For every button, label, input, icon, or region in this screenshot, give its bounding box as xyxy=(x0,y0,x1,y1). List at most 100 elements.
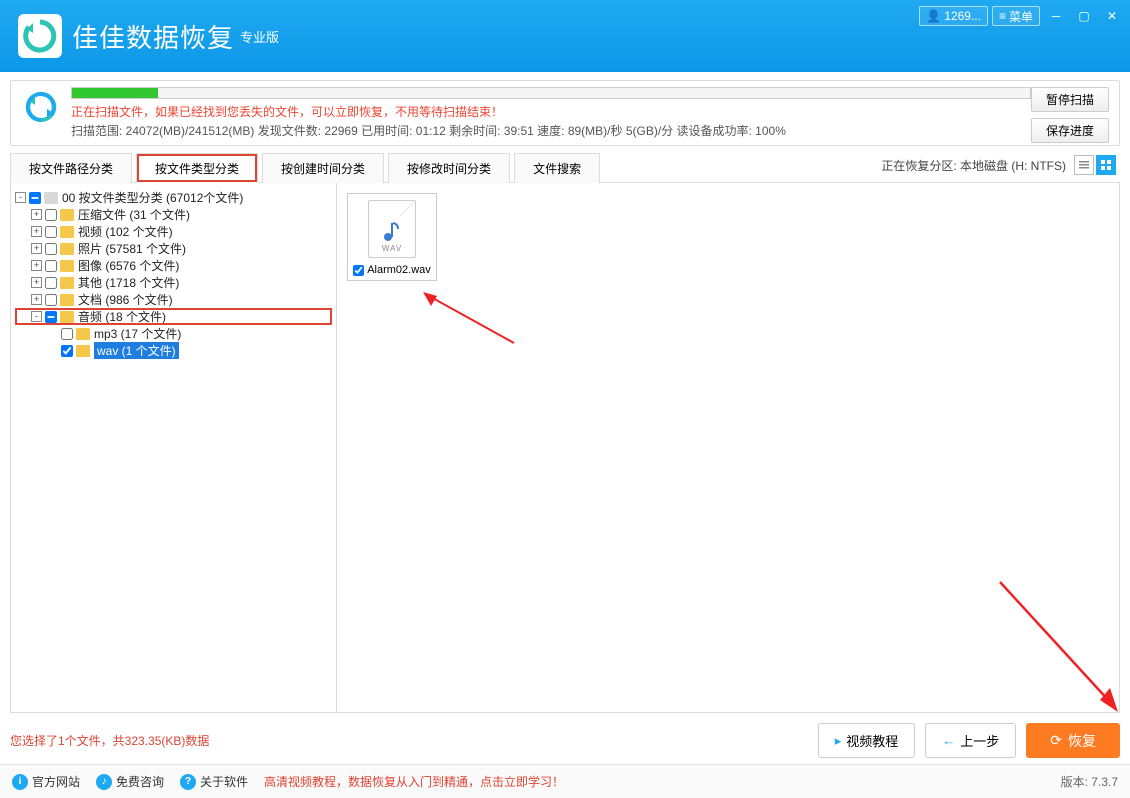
tree-checkbox[interactable] xyxy=(45,226,57,238)
main-content: - 00 按文件类型分类 (67012个文件) + 压缩文件 (31 个文件) + 视频 … xyxy=(10,183,1120,713)
folder-icon xyxy=(76,328,90,340)
tree-checkbox[interactable] xyxy=(45,260,57,272)
scan-progress-bar xyxy=(71,87,1031,99)
tree-toggle[interactable]: + xyxy=(31,243,42,254)
tree-label: wav (1 个文件) xyxy=(94,342,179,359)
file-name: Alarm02.wav xyxy=(367,264,431,276)
folder-icon xyxy=(60,277,74,289)
pause-scan-button[interactable]: 暂停扫描 xyxy=(1031,87,1109,112)
tree-node[interactable]: + 照片 (57581 个文件) xyxy=(15,240,332,257)
tree-label: 音频 (18 个文件) xyxy=(78,308,166,325)
tree-label: 照片 (57581 个文件) xyxy=(78,240,186,257)
titlebar: 👤 1269... ≡ 菜单 ─ ▢ ✕ 佳佳数据恢复 专业版 xyxy=(0,0,1130,72)
folder-icon xyxy=(60,226,74,238)
tabs-row: 按文件路径分类按文件类型分类按创建时间分类按修改时间分类文件搜索 正在恢复分区:… xyxy=(10,152,1120,183)
file-ext: WAV xyxy=(382,244,402,253)
tree-checkbox[interactable] xyxy=(45,277,57,289)
arrow-left-icon: ← xyxy=(942,733,955,748)
folder-icon xyxy=(60,243,74,255)
scan-stats: 扫描范围: 24072(MB)/241512(MB) 发现文件数: 22969 … xyxy=(71,122,1109,139)
list-view-button[interactable] xyxy=(1074,155,1094,175)
tree-label: 压缩文件 (31 个文件) xyxy=(78,206,190,223)
tree-label: mp3 (17 个文件) xyxy=(94,325,181,342)
tree-checkbox[interactable] xyxy=(45,294,57,306)
free-consult-link[interactable]: ♪免费咨询 xyxy=(96,773,164,790)
tab-4[interactable]: 文件搜索 xyxy=(514,153,600,183)
user-button[interactable]: 👤 1269... xyxy=(919,6,988,26)
tree-checkbox[interactable] xyxy=(29,192,41,204)
tree-label: 视频 (102 个文件) xyxy=(78,223,173,240)
tree-checkbox[interactable] xyxy=(45,209,57,221)
drive-icon xyxy=(44,192,58,204)
file-item[interactable]: WAV Alarm02.wav xyxy=(347,193,437,281)
app-title: 佳佳数据恢复 xyxy=(72,18,234,55)
tab-3[interactable]: 按修改时间分类 xyxy=(388,153,510,183)
prev-label: 上一步 xyxy=(960,731,999,750)
tab-1[interactable]: 按文件类型分类 xyxy=(136,153,258,183)
folder-icon xyxy=(60,294,74,306)
tree-node[interactable]: wav (1 个文件) xyxy=(15,342,332,359)
scan-panel: 正在扫描文件，如果已经找到您丢失的文件，可以立即恢复，不用等待扫描结束！ 扫描范… xyxy=(10,80,1120,146)
app-logo xyxy=(18,14,62,58)
tree-node[interactable]: - 00 按文件类型分类 (67012个文件) xyxy=(15,189,332,206)
globe-icon: i xyxy=(12,774,28,790)
tree-node[interactable]: + 其他 (1718 个文件) xyxy=(15,274,332,291)
tree-pane[interactable]: - 00 按文件类型分类 (67012个文件) + 压缩文件 (31 个文件) + 视频 … xyxy=(11,183,337,712)
annotation-arrow xyxy=(419,288,519,348)
tree-node[interactable]: + 文档 (986 个文件) xyxy=(15,291,332,308)
file-checkbox[interactable] xyxy=(353,265,364,276)
grid-view-button[interactable] xyxy=(1096,155,1116,175)
user-icon: 👤 xyxy=(926,9,941,23)
tree-toggle[interactable]: + xyxy=(31,226,42,237)
maximize-button[interactable]: ▢ xyxy=(1072,6,1096,26)
headset-icon: ♪ xyxy=(96,774,112,790)
tree-label: 其他 (1718 个文件) xyxy=(78,274,179,291)
minimize-button[interactable]: ─ xyxy=(1044,6,1068,26)
tree-toggle[interactable]: + xyxy=(31,277,42,288)
recover-button[interactable]: ⟳ 恢复 xyxy=(1026,723,1120,758)
tree-toggle[interactable]: - xyxy=(15,192,26,203)
tab-0[interactable]: 按文件路径分类 xyxy=(10,153,132,183)
close-button[interactable]: ✕ xyxy=(1100,6,1124,26)
menu-icon: ≡ xyxy=(999,9,1006,23)
tree-label: 文档 (986 个文件) xyxy=(78,291,173,308)
menu-button[interactable]: ≡ 菜单 xyxy=(992,6,1040,26)
save-progress-button[interactable]: 保存进度 xyxy=(1031,118,1109,143)
tree-node[interactable]: + 视频 (102 个文件) xyxy=(15,223,332,240)
tree-checkbox[interactable] xyxy=(45,311,57,323)
tree-checkbox[interactable] xyxy=(61,328,73,340)
tree-node[interactable]: + 图像 (6576 个文件) xyxy=(15,257,332,274)
prev-step-button[interactable]: ← 上一步 xyxy=(925,723,1016,758)
selection-info: 您选择了1个文件，共323.35(KB)数据 xyxy=(10,732,209,749)
folder-icon xyxy=(60,311,74,323)
tree-label: 00 按文件类型分类 (67012个文件) xyxy=(62,189,243,206)
bottom-bar: i官方网站 ♪免费咨询 ?关于软件 高清视频教程，数据恢复从入门到精通，点击立即… xyxy=(0,764,1130,798)
refresh-icon xyxy=(21,87,61,127)
promo-link[interactable]: 高清视频教程，数据恢复从入门到精通，点击立即学习！ xyxy=(264,773,564,790)
folder-icon xyxy=(60,260,74,272)
tree-toggle[interactable]: + xyxy=(31,294,42,305)
about-link[interactable]: ?关于软件 xyxy=(180,773,248,790)
tree-toggle[interactable]: + xyxy=(31,260,42,271)
official-site-link[interactable]: i官方网站 xyxy=(12,773,80,790)
file-grid: WAV Alarm02.wav xyxy=(337,183,1119,712)
tree-node[interactable]: mp3 (17 个文件) xyxy=(15,325,332,342)
music-note-icon xyxy=(382,220,402,242)
info-icon: ? xyxy=(180,774,196,790)
tree-node[interactable]: + 压缩文件 (31 个文件) xyxy=(15,206,332,223)
recover-label: 恢复 xyxy=(1068,731,1096,751)
tree-toggle[interactable]: - xyxy=(31,311,42,322)
tree-checkbox[interactable] xyxy=(61,345,73,357)
app-subtitle: 专业版 xyxy=(240,27,279,46)
file-thumbnail: WAV xyxy=(368,200,416,258)
tree-label: 图像 (6576 个文件) xyxy=(78,257,179,274)
refresh-small-icon: ⟳ xyxy=(1050,732,1062,749)
video-tutorial-button[interactable]: ▸ 视频教程 xyxy=(818,723,916,758)
tab-2[interactable]: 按创建时间分类 xyxy=(262,153,384,183)
version-label: 版本: 7.3.7 xyxy=(1061,773,1118,790)
tree-checkbox[interactable] xyxy=(45,243,57,255)
tree-node[interactable]: - 音频 (18 个文件) xyxy=(15,308,332,325)
folder-icon xyxy=(60,209,74,221)
tree-toggle[interactable]: + xyxy=(31,209,42,220)
user-label: 1269... xyxy=(944,9,981,23)
